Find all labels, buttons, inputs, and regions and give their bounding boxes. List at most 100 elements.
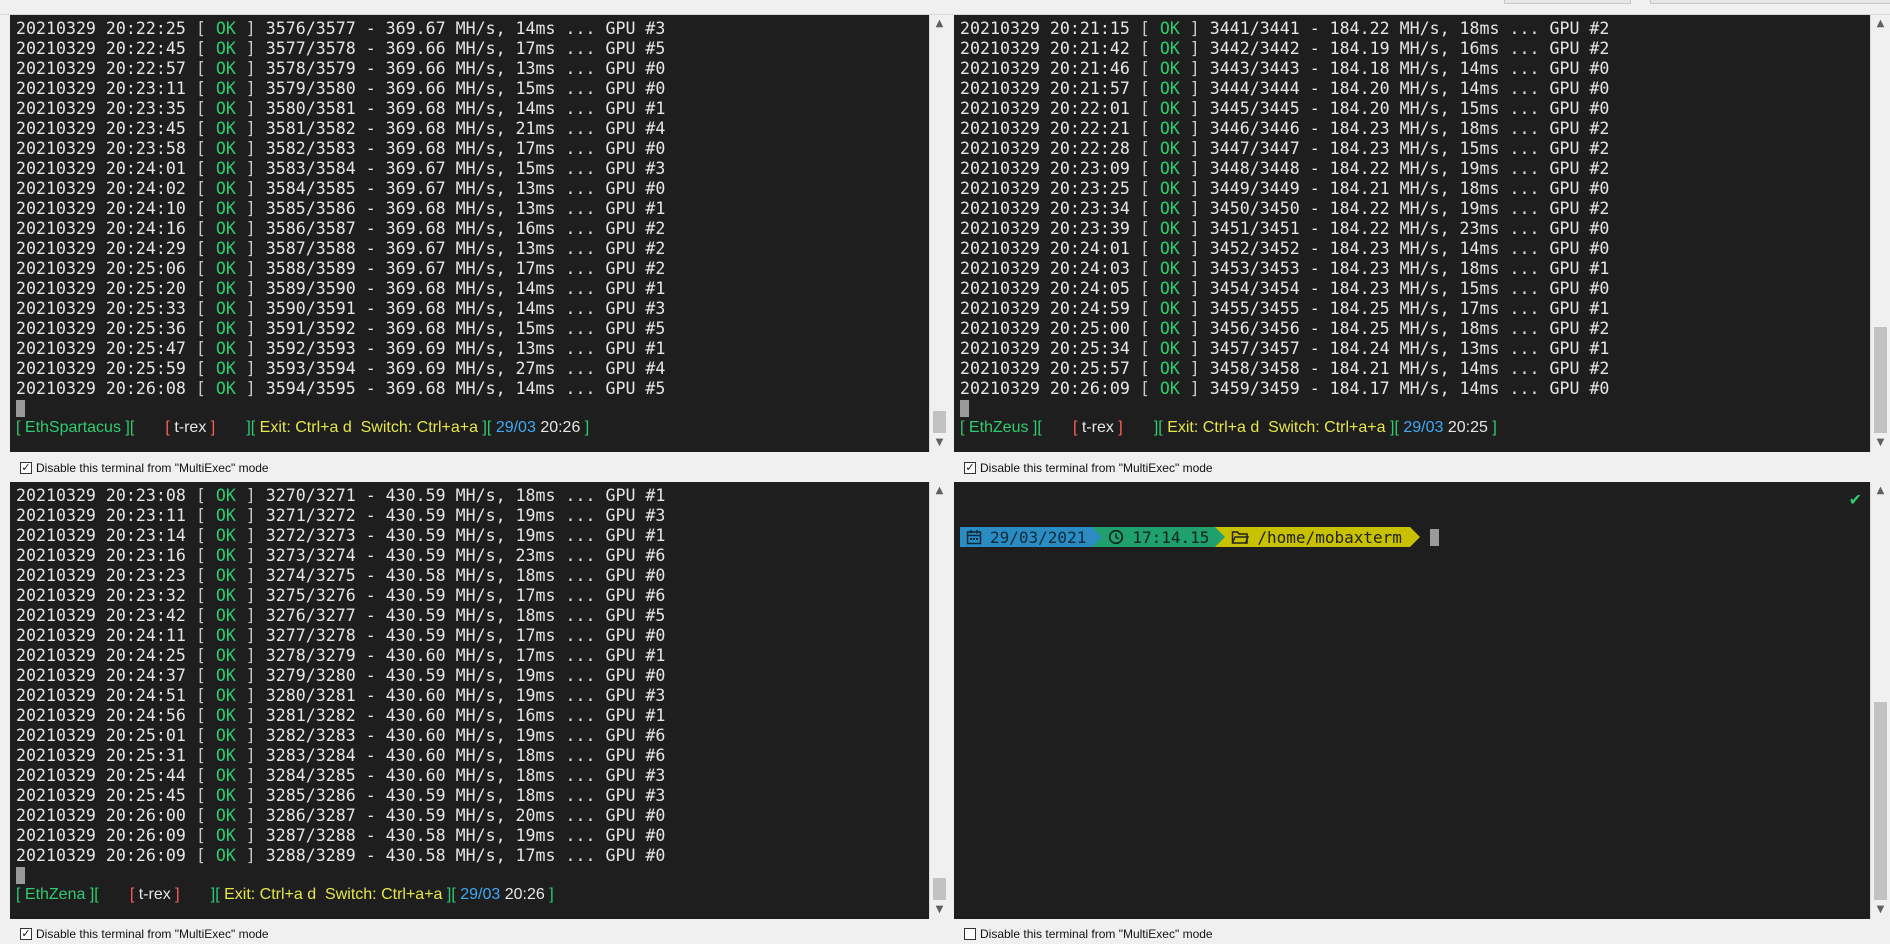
scroll-thumb[interactable] xyxy=(1874,327,1887,433)
log-message: 3456/3456 - 184.25 MH/s, 18ms ... GPU #2 xyxy=(1209,319,1610,338)
multiexec-disable-row[interactable]: Disable this terminal from "MultiExec" m… xyxy=(964,924,1213,944)
log-timestamp: 20210329 20:22:28 xyxy=(960,139,1130,158)
scroll-down-arrow-icon[interactable]: ▼ xyxy=(1871,901,1890,919)
ok-bracket-open: [ xyxy=(1129,179,1160,198)
terminal-scrollbar[interactable]: ▲ ▼ xyxy=(1870,482,1890,919)
ok-bracket-open: [ xyxy=(185,846,216,865)
log-line: 20210329 20:22:25 [ OK ] 3576/3577 - 369… xyxy=(16,19,929,39)
ok-bracket-open: [ xyxy=(1129,119,1160,138)
ok-bracket-open: [ xyxy=(1129,39,1160,58)
multiexec-disable-row[interactable]: ✓ Disable this terminal from "MultiExec"… xyxy=(20,924,269,944)
ok-status: OK xyxy=(215,546,236,565)
log-message: 3288/3289 - 430.58 MH/s, 17ms ... GPU #0 xyxy=(265,846,666,865)
multiexec-disable-row[interactable]: ✓ Disable this terminal from "MultiExec"… xyxy=(964,458,1213,478)
multiexec-checkbox[interactable]: ✓ xyxy=(964,462,976,474)
status-bracket: ][ xyxy=(478,419,492,436)
multiexec-disable-row[interactable]: ✓ Disable this terminal from "MultiExec"… xyxy=(20,458,269,478)
scroll-thumb[interactable] xyxy=(1874,702,1887,900)
ok-bracket-open: [ xyxy=(185,746,216,765)
status-bracket: ][ xyxy=(120,419,135,436)
cursor-line xyxy=(16,399,929,419)
ok-status: OK xyxy=(1159,59,1180,78)
ok-bracket-close: ] xyxy=(235,826,266,845)
ok-bracket-open: [ xyxy=(185,99,216,118)
terminal-pane-ethzena[interactable]: 20210329 20:23:08 [ OK ] 3270/3271 - 430… xyxy=(10,482,949,919)
log-message: 3272/3273 - 430.59 MH/s, 19ms ... GPU #1 xyxy=(265,526,666,545)
scroll-up-arrow-icon[interactable]: ▲ xyxy=(930,482,949,500)
screen-status-bar: [ EthSpartacus ][ [ t-rex ] ][ Exit: Ctr… xyxy=(16,419,929,439)
log-line: 20210329 20:23:08 [ OK ] 3270/3271 - 430… xyxy=(16,486,929,506)
scroll-thumb[interactable] xyxy=(933,878,946,900)
app-name: t-rex xyxy=(1081,419,1114,436)
terminal-pane-ethspartacus[interactable]: 20210329 20:22:25 [ OK ] 3576/3577 - 369… xyxy=(10,15,949,452)
ok-status: OK xyxy=(1159,119,1180,138)
scroll-down-arrow-icon[interactable]: ▼ xyxy=(930,901,949,919)
ok-bracket-close: ] xyxy=(1179,319,1210,338)
multiexec-checkbox[interactable]: ✓ xyxy=(20,928,32,940)
log-line: 20210329 20:22:28 [ OK ] 3447/3447 - 184… xyxy=(960,139,1870,159)
terminal-output[interactable]: 20210329 20:21:15 [ OK ] 3441/3441 - 184… xyxy=(954,15,1870,452)
scroll-up-arrow-icon[interactable]: ▲ xyxy=(1871,15,1890,33)
log-message: 3458/3458 - 184.21 MH/s, 14ms ... GPU #2 xyxy=(1209,359,1610,378)
log-line: 20210329 20:21:46 [ OK ] 3443/3443 - 184… xyxy=(960,59,1870,79)
log-message: 3583/3584 - 369.67 MH/s, 15ms ... GPU #3 xyxy=(265,159,666,178)
ok-bracket-close: ] xyxy=(235,706,266,725)
log-timestamp: 20210329 20:23:11 xyxy=(16,506,186,525)
ok-bracket-open: [ xyxy=(185,806,216,825)
ok-status: OK xyxy=(215,566,236,585)
log-line: 20210329 20:23:39 [ OK ] 3451/3451 - 184… xyxy=(960,219,1870,239)
log-message: 3582/3583 - 369.68 MH/s, 17ms ... GPU #0 xyxy=(265,139,666,158)
log-line: 20210329 20:25:44 [ OK ] 3284/3285 - 430… xyxy=(16,766,929,786)
log-line: 20210329 20:22:21 [ OK ] 3446/3446 - 184… xyxy=(960,119,1870,139)
multiexec-checkbox[interactable]: ✓ xyxy=(20,462,32,474)
terminal-output[interactable]: 20210329 20:22:25 [ OK ] 3576/3577 - 369… xyxy=(10,15,929,452)
terminal-pane-ethzeus[interactable]: 20210329 20:21:15 [ OK ] 3441/3441 - 184… xyxy=(954,15,1890,452)
terminal-scrollbar[interactable]: ▲ ▼ xyxy=(929,15,949,452)
log-message: 3443/3443 - 184.18 MH/s, 14ms ... GPU #0 xyxy=(1209,59,1610,78)
terminal-scrollbar[interactable]: ▲ ▼ xyxy=(1870,15,1890,452)
exit-label: Exit: xyxy=(1167,419,1199,436)
ok-bracket-close: ] xyxy=(235,486,266,505)
terminal-output[interactable]: 20210329 20:23:08 [ OK ] 3270/3271 - 430… xyxy=(10,482,929,919)
log-message: 3459/3459 - 184.17 MH/s, 14ms ... GPU #0 xyxy=(1209,379,1610,398)
ok-status: OK xyxy=(215,706,236,725)
ok-status: OK xyxy=(1159,239,1180,258)
log-message: 3451/3451 - 184.22 MH/s, 23ms ... GPU #0 xyxy=(1209,219,1610,238)
log-message: 3584/3585 - 369.67 MH/s, 13ms ... GPU #0 xyxy=(265,179,666,198)
toolbar-tab-1[interactable] xyxy=(1504,0,1631,4)
ok-bracket-close: ] xyxy=(235,726,266,745)
scroll-down-arrow-icon[interactable]: ▼ xyxy=(930,434,949,452)
ok-bracket-close: ] xyxy=(235,806,266,825)
terminal-scrollbar[interactable]: ▲ ▼ xyxy=(929,482,949,919)
scroll-thumb[interactable] xyxy=(933,411,946,433)
ok-bracket-open: [ xyxy=(185,606,216,625)
scroll-down-arrow-icon[interactable]: ▼ xyxy=(1871,434,1890,452)
terminal-pane-local[interactable]: ✔ 29/03/2021 17:14.15 /home/mobaxterm ▲ … xyxy=(954,482,1890,919)
ok-status: OK xyxy=(215,39,236,58)
status-spacer xyxy=(1259,419,1268,436)
ok-bracket-open: [ xyxy=(185,19,216,38)
scroll-up-arrow-icon[interactable]: ▲ xyxy=(930,15,949,33)
toolbar-tab-2[interactable] xyxy=(1650,0,1890,4)
ok-bracket-close: ] xyxy=(1179,119,1210,138)
ok-bracket-open: [ xyxy=(185,786,216,805)
ok-bracket-open: [ xyxy=(185,726,216,745)
ok-status: OK xyxy=(215,746,236,765)
multiexec-checkbox-label: Disable this terminal from "MultiExec" m… xyxy=(36,461,269,475)
exit-key: Ctrl+a d xyxy=(295,419,352,436)
ok-status: OK xyxy=(215,259,236,278)
log-line: 20210329 20:24:25 [ OK ] 3278/3279 - 430… xyxy=(16,646,929,666)
scroll-up-arrow-icon[interactable]: ▲ xyxy=(1871,482,1890,500)
ok-bracket-close: ] xyxy=(1179,99,1210,118)
status-bracket: ] xyxy=(1487,419,1497,436)
ok-status: OK xyxy=(1159,19,1180,38)
log-timestamp: 20210329 20:24:16 xyxy=(16,219,186,238)
log-timestamp: 20210329 20:24:05 xyxy=(960,279,1130,298)
log-message: 3444/3444 - 184.20 MH/s, 14ms ... GPU #0 xyxy=(1209,79,1610,98)
status-bracket: [ xyxy=(16,419,25,436)
log-message: 3281/3282 - 430.60 MH/s, 16ms ... GPU #1 xyxy=(265,706,666,725)
log-line: 20210329 20:24:01 [ OK ] 3452/3452 - 184… xyxy=(960,239,1870,259)
status-spacer xyxy=(215,419,246,436)
ok-bracket-close: ] xyxy=(235,119,266,138)
ok-status: OK xyxy=(1159,159,1180,178)
